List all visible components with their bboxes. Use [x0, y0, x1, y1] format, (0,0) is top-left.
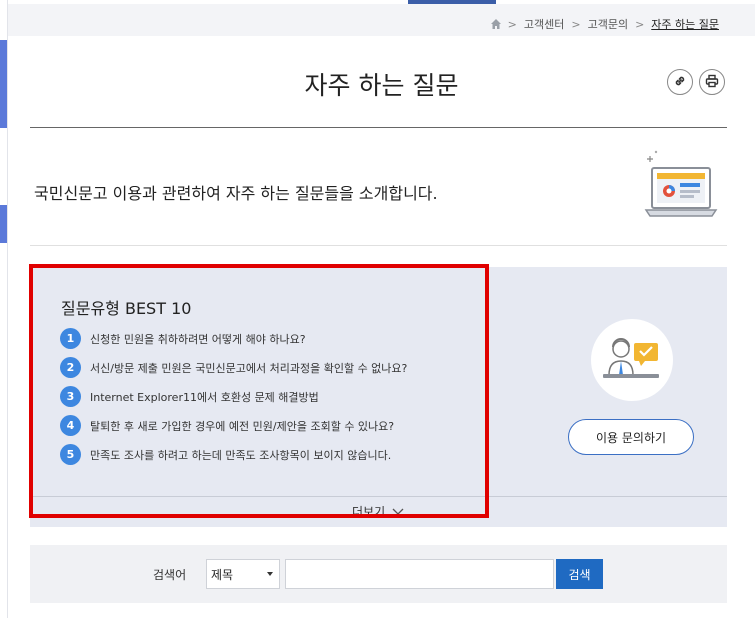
link-icon [673, 73, 687, 92]
breadcrumb-separator: > [635, 17, 645, 31]
main-content: > 고객센터 > 고객문의 > 자주 하는 질문 자주 하는 질문 국민신문고 … [8, 0, 755, 618]
breadcrumb-item-customer-center[interactable]: 고객센터 [524, 16, 564, 32]
rail-marker [0, 40, 7, 128]
breadcrumb-separator: > [507, 17, 517, 31]
breadcrumb: > 고객센터 > 고객문의 > 자주 하는 질문 [490, 16, 719, 32]
search-type-value: 제목 [211, 567, 234, 582]
left-side-rail [0, 0, 8, 618]
rail-marker [0, 205, 7, 243]
search-label: 검색어 [153, 568, 187, 582]
search-input[interactable] [285, 559, 554, 589]
intro-text: 국민신문고 이용과 관련하여 자주 하는 질문들을 소개합니다. [34, 184, 438, 203]
dropdown-caret-icon [267, 572, 273, 576]
breadcrumb-item-current[interactable]: 자주 하는 질문 [651, 16, 719, 32]
search-panel: 검색어 제목 검색 [30, 545, 727, 603]
copy-link-button[interactable] [667, 69, 693, 95]
search-button[interactable]: 검색 [556, 559, 603, 589]
laptop-illustration-icon [642, 150, 718, 228]
breadcrumb-item-customer-inquiry[interactable]: 고객문의 [588, 16, 628, 32]
search-type-select[interactable]: 제목 [206, 559, 280, 589]
title-divider [30, 127, 727, 128]
intro-divider [30, 245, 727, 246]
usage-inquiry-button[interactable]: 이용 문의하기 [568, 419, 694, 455]
page-title: 자주 하는 질문 [304, 71, 459, 100]
breadcrumb-bar: > 고객센터 > 고객문의 > 자주 하는 질문 [8, 4, 755, 36]
print-icon [705, 73, 719, 92]
breadcrumb-separator: > [571, 17, 581, 31]
advisor-illustration-icon [591, 319, 673, 401]
home-icon[interactable] [490, 19, 501, 29]
highlight-box [29, 264, 489, 518]
print-button[interactable] [699, 69, 725, 95]
